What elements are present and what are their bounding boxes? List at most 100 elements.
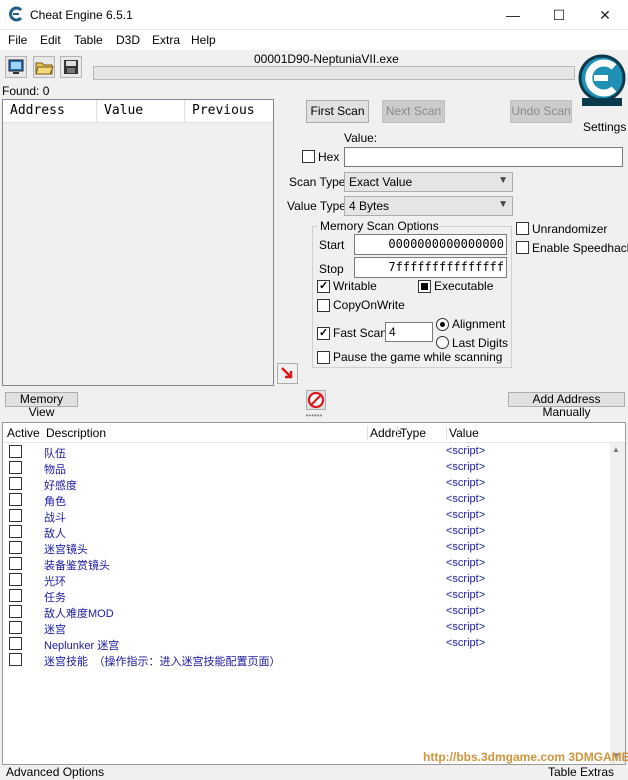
row-description: 敌人难度MOD <box>44 608 114 620</box>
menu-d3d[interactable]: D3D <box>116 33 140 47</box>
scan-type-value: Exact Value <box>349 175 413 189</box>
table-row[interactable]: 战斗 <script> <box>3 508 608 524</box>
row-description: 光环 <box>44 576 66 588</box>
unrandomizer-checkbox[interactable] <box>516 222 529 235</box>
active-checkbox[interactable] <box>9 541 22 554</box>
maximize-button[interactable]: ☐ <box>536 0 582 30</box>
minimize-button[interactable]: — <box>490 0 536 30</box>
active-checkbox[interactable] <box>9 493 22 506</box>
row-value: <script> <box>446 605 486 617</box>
header-value[interactable]: Value <box>446 426 479 440</box>
active-checkbox[interactable] <box>9 573 22 586</box>
table-row[interactable]: 任务 <script> <box>3 588 608 604</box>
stop-address-input[interactable]: 7fffffffffffffff <box>354 257 507 278</box>
row-value: <script> <box>446 445 486 457</box>
add-address-manually-button[interactable]: Add Address Manually <box>508 392 625 419</box>
column-previous[interactable]: Previous <box>185 100 273 122</box>
table-extras-button[interactable]: Table Extras <box>548 765 614 779</box>
active-checkbox[interactable] <box>9 653 22 666</box>
executable-checkbox[interactable] <box>418 280 431 293</box>
table-row[interactable]: 队伍 <script> <box>3 444 608 460</box>
scan-type-label: Scan Type <box>289 175 346 189</box>
menu-extra[interactable]: Extra <box>152 33 180 47</box>
table-scrollbar[interactable]: ▲ ▼ <box>610 443 625 764</box>
advanced-options-button[interactable]: Advanced Options <box>6 765 104 779</box>
table-row[interactable]: 光环 <script> <box>3 572 608 588</box>
fast-scan-checkbox[interactable] <box>317 326 330 340</box>
copyonwrite-checkbox[interactable] <box>317 299 330 312</box>
table-row[interactable]: 装备鉴赏镜头 <script> <box>3 556 608 572</box>
menu-help[interactable]: Help <box>191 33 216 47</box>
active-checkbox[interactable] <box>9 621 22 634</box>
active-checkbox[interactable] <box>9 477 22 490</box>
menu-file[interactable]: File <box>8 33 27 47</box>
table-row[interactable]: 敌人 <script> <box>3 524 608 540</box>
cheat-engine-logo-icon <box>8 6 24 22</box>
save-button[interactable] <box>60 56 82 78</box>
cheat-engine-settings-logo-icon[interactable] <box>576 52 628 108</box>
first-scan-button[interactable]: First Scan <box>306 100 369 123</box>
title-bar: Cheat Engine 6.5.1 — ☐ ✕ <box>0 0 628 30</box>
hex-label: Hex <box>318 150 340 164</box>
table-header: Active Description Addre Type Value <box>3 423 625 443</box>
memory-scan-options-label: Memory Scan Options <box>318 219 441 233</box>
scroll-up-icon: ▲ <box>612 445 620 454</box>
table-row[interactable]: 角色 <script> <box>3 492 608 508</box>
last-digits-radio[interactable] <box>436 336 449 349</box>
active-checkbox[interactable] <box>9 589 22 602</box>
alignment-radio[interactable] <box>436 318 449 331</box>
splitter-handle[interactable]: •••••• <box>0 412 628 420</box>
memory-view-button[interactable]: Memory View <box>5 392 78 419</box>
row-value: <script> <box>446 637 486 649</box>
column-address[interactable]: Address <box>3 100 97 122</box>
table-row[interactable]: 好感度 <script> <box>3 476 608 492</box>
header-type[interactable]: Type <box>397 426 426 440</box>
row-value: <script> <box>446 509 486 521</box>
value-input[interactable] <box>344 147 623 167</box>
stop-button[interactable] <box>306 390 326 410</box>
scan-type-select[interactable]: Exact Value ▼ <box>344 172 513 192</box>
table-row[interactable]: 迷宫镜头 <script> <box>3 540 608 556</box>
header-active[interactable]: Active <box>7 426 40 440</box>
add-selected-to-list-button[interactable] <box>277 363 298 384</box>
active-checkbox[interactable] <box>9 525 22 538</box>
alignment-label: Alignment <box>452 317 506 331</box>
row-value: <script> <box>446 589 486 601</box>
table-row[interactable]: Neplunker 迷宫 <script> <box>3 636 608 652</box>
active-checkbox[interactable] <box>9 637 22 650</box>
value-type-select[interactable]: 4 Bytes ▼ <box>344 196 513 216</box>
start-address-input[interactable]: 0000000000000000 <box>354 234 507 255</box>
row-description: 战斗 <box>44 512 66 524</box>
header-description[interactable]: Description <box>46 426 106 440</box>
next-scan-button[interactable]: Next Scan <box>382 100 445 123</box>
table-row[interactable]: 迷宫技能 （操作指示：进入迷宫技能配置页面） <box>3 652 608 668</box>
open-file-button[interactable] <box>33 56 55 78</box>
fast-scan-input[interactable]: 4 <box>385 322 433 342</box>
table-row[interactable]: 迷宫 <script> <box>3 620 608 636</box>
hex-checkbox[interactable] <box>302 150 315 163</box>
undo-scan-button[interactable]: Undo Scan <box>510 100 572 123</box>
table-row[interactable]: 物品 <script> <box>3 460 608 476</box>
column-value[interactable]: Value <box>97 100 185 122</box>
row-description: Neplunker 迷宫 <box>44 640 120 652</box>
writable-checkbox[interactable] <box>317 279 330 293</box>
scan-results-list[interactable]: Address Value Previous <box>2 99 274 386</box>
speedhack-checkbox[interactable] <box>516 241 529 254</box>
open-process-button[interactable] <box>5 56 27 78</box>
row-value: <script> <box>446 525 486 537</box>
active-checkbox[interactable] <box>9 605 22 618</box>
active-checkbox[interactable] <box>9 461 22 474</box>
active-checkbox[interactable] <box>9 445 22 458</box>
row-value: <script> <box>446 621 486 633</box>
close-button[interactable]: ✕ <box>582 0 628 30</box>
pause-game-checkbox[interactable] <box>317 351 330 364</box>
menu-table[interactable]: Table <box>74 33 103 47</box>
table-row[interactable]: 敌人难度MOD <script> <box>3 604 608 620</box>
address-table[interactable]: Active Description Addre Type Value 队伍 <s… <box>2 422 626 765</box>
active-checkbox[interactable] <box>9 557 22 570</box>
settings-link[interactable]: Settings <box>583 120 626 134</box>
red-arrow-icon <box>281 367 293 379</box>
active-checkbox[interactable] <box>9 509 22 522</box>
menu-edit[interactable]: Edit <box>40 33 61 47</box>
process-name: 00001D90-NeptuniaVII.exe <box>254 52 399 66</box>
